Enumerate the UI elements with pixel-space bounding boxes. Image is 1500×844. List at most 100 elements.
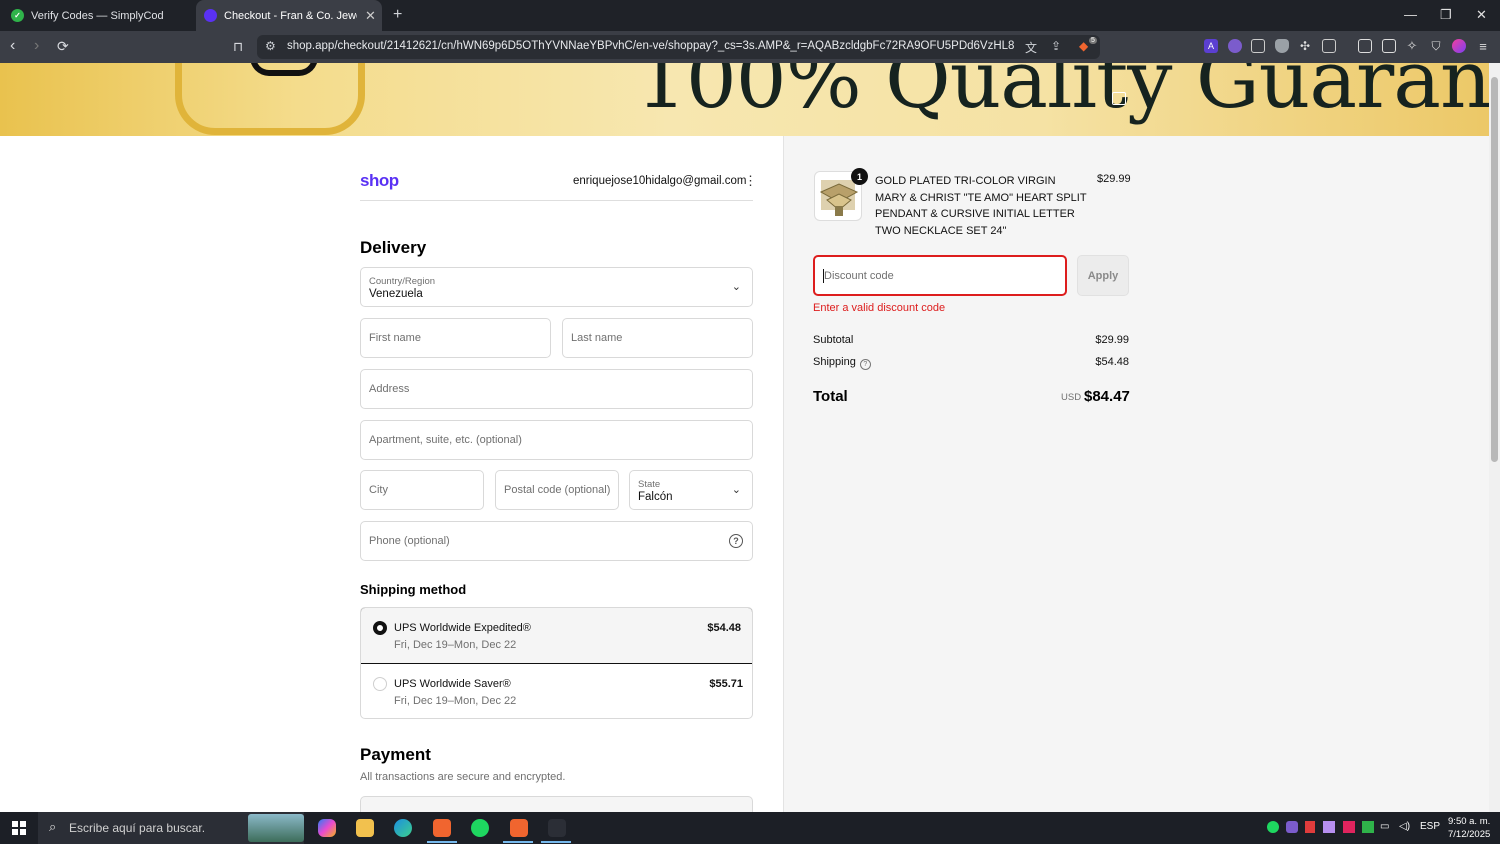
site-settings-icon[interactable]: ⚙ xyxy=(265,39,276,53)
share-icon[interactable]: ⇪ xyxy=(1051,39,1061,53)
radio-unselected[interactable] xyxy=(373,677,387,691)
spotify-icon[interactable] xyxy=(471,819,489,837)
tray-app3-icon[interactable] xyxy=(1362,821,1374,833)
file-explorer-icon[interactable] xyxy=(356,819,374,837)
tab-checkout[interactable]: Checkout - Fran & Co. Jewelry In ✕ xyxy=(196,0,382,31)
quantity-badge: 1 xyxy=(851,168,868,185)
tab-simplycodes[interactable]: ✓ Verify Codes — SimplyCodes xyxy=(0,0,196,31)
taskbar-search[interactable]: ⌕ Escribe aquí para buscar. xyxy=(38,812,304,844)
active-indicator xyxy=(503,841,533,843)
address-field[interactable]: Address xyxy=(360,369,753,409)
shipping-row: Shipping? $54.48 xyxy=(813,356,1129,370)
back-icon[interactable]: ‹ xyxy=(10,37,15,55)
extensions-puzzle-icon[interactable]: ✣ xyxy=(1298,39,1312,53)
leo-ai-icon[interactable]: ✧ xyxy=(1405,38,1419,53)
product-price: $29.99 xyxy=(1097,173,1131,185)
tray-app-icon[interactable] xyxy=(1286,821,1298,833)
chevron-down-icon: ⌄ xyxy=(731,484,741,496)
brave-shields-icon[interactable]: ◆ xyxy=(1079,39,1088,53)
discount-error-message: Enter a valid discount code xyxy=(813,302,946,314)
bookmark-icon[interactable]: ⊓ xyxy=(233,39,243,55)
app-icon[interactable] xyxy=(548,819,566,837)
edge-icon[interactable] xyxy=(394,819,412,837)
discount-code-input[interactable]: Discount code xyxy=(813,255,1067,296)
subtotal-row: Subtotal $29.99 xyxy=(813,334,1129,346)
page-scrollbar[interactable] xyxy=(1489,63,1500,812)
apply-button[interactable]: Apply xyxy=(1077,255,1129,296)
brave-icon[interactable] xyxy=(433,819,451,837)
country-select[interactable]: Country/Region Venezuela ⌄ xyxy=(360,267,753,307)
clock-time: 9:50 a. m. xyxy=(1448,816,1491,827)
tray-app2-icon[interactable] xyxy=(1343,821,1355,833)
shipping-option-expedited[interactable]: UPS Worldwide Expedited® Fri, Dec 19–Mon… xyxy=(361,608,752,664)
language-indicator[interactable]: ESP xyxy=(1420,821,1440,832)
city-field[interactable]: City xyxy=(360,470,484,510)
banner-headline: 100% Quality Guarantee xyxy=(636,63,1489,126)
shop-logo[interactable]: shop xyxy=(360,171,399,191)
state-value: Falcón xyxy=(638,491,673,503)
close-window-icon[interactable]: ✕ xyxy=(1476,7,1487,23)
phone-placeholder: Phone (optional) xyxy=(369,535,450,547)
total-currency: USD xyxy=(1061,392,1082,403)
wallet-icon[interactable] xyxy=(1382,39,1396,53)
tray-vpn-icon[interactable] xyxy=(1305,821,1315,833)
url-text[interactable]: shop.app/checkout/21412621/cn/hWN69p6D5O… xyxy=(287,40,1015,52)
new-tab-icon[interactable]: + xyxy=(393,6,402,24)
shop-favicon-icon xyxy=(204,9,217,22)
active-indicator xyxy=(541,841,571,843)
rewards-icon[interactable] xyxy=(1452,39,1466,53)
taskbar-search-placeholder: Escribe aquí para buscar. xyxy=(69,821,206,835)
apartment-field[interactable]: Apartment, suite, etc. (optional) xyxy=(360,420,753,460)
taskbar-clock[interactable]: 9:50 a. m. 7/12/2025 xyxy=(1448,815,1490,841)
city-placeholder: City xyxy=(369,484,388,496)
address-placeholder: Address xyxy=(369,383,410,395)
simplycodes-favicon-icon: ✓ xyxy=(11,9,24,22)
cart-bag-icon[interactable] xyxy=(1112,92,1126,105)
scrollbar-thumb[interactable] xyxy=(1491,77,1498,462)
shipping-option-saver[interactable]: UPS Worldwide Saver® Fri, Dec 19–Mon, De… xyxy=(361,664,752,718)
windows-taskbar: ⌕ Escribe aquí para buscar. ▭ ◁) ESP xyxy=(0,812,1500,844)
more-options-icon[interactable]: ⋮ xyxy=(744,173,757,189)
vpn-icon[interactable]: ⛉ xyxy=(1429,39,1443,53)
product-name: GOLD PLATED TRI-COLOR VIRGIN MARY & CHRI… xyxy=(875,175,1087,237)
extension-shield-icon[interactable] xyxy=(1275,39,1289,53)
brave-window-icon[interactable] xyxy=(510,819,528,837)
screenshot-icon[interactable] xyxy=(1322,39,1336,53)
phone-field[interactable]: Phone (optional) ? xyxy=(360,521,753,561)
payment-subtext: All transactions are secure and encrypte… xyxy=(360,771,566,783)
delivery-heading: Delivery xyxy=(360,238,427,257)
network-icon[interactable]: ▭ xyxy=(1380,821,1389,832)
reload-icon[interactable]: ⟳ xyxy=(57,38,69,55)
close-tab-icon[interactable]: ✕ xyxy=(365,8,376,24)
address-bar[interactable]: ⚙ shop.app/checkout/21412621/cn/hWN69p6D… xyxy=(257,35,1100,59)
forward-icon[interactable]: › xyxy=(34,37,39,55)
shipping-option-price: $54.48 xyxy=(707,622,741,634)
first-name-field[interactable]: First name xyxy=(360,318,551,358)
help-icon[interactable]: ? xyxy=(729,534,743,548)
copilot-icon[interactable] xyxy=(318,819,336,837)
tray-pen-icon[interactable] xyxy=(1323,821,1335,833)
tab-title: Verify Codes — SimplyCodes xyxy=(31,9,164,22)
menu-icon[interactable]: ≡ xyxy=(1476,39,1490,54)
shipping-label: Shipping xyxy=(813,356,856,368)
sidebar-icon[interactable] xyxy=(1358,39,1372,53)
restore-icon[interactable]: ❐ xyxy=(1440,7,1452,23)
translate-icon[interactable]: 文 xyxy=(1025,39,1037,56)
shipping-option-name: UPS Worldwide Saver® xyxy=(394,678,511,690)
radio-selected[interactable] xyxy=(373,621,387,635)
postal-code-field[interactable]: Postal code (optional) xyxy=(495,470,619,510)
windows-start-icon[interactable] xyxy=(12,821,26,835)
tray-spotify-icon[interactable] xyxy=(1267,821,1279,833)
extension-purple-icon[interactable] xyxy=(1228,39,1242,53)
volume-icon[interactable]: ◁) xyxy=(1399,821,1410,832)
extension-glasses-icon[interactable] xyxy=(1251,39,1265,53)
postal-code-placeholder: Postal code (optional) xyxy=(504,484,611,496)
minimize-icon[interactable]: — xyxy=(1404,7,1417,22)
last-name-field[interactable]: Last name xyxy=(562,318,753,358)
chevron-down-icon: ⌄ xyxy=(731,281,741,293)
search-icon: ⌕ xyxy=(49,819,57,834)
extension-a-icon[interactable]: A xyxy=(1204,39,1218,53)
state-select[interactable]: State Falcón ⌄ xyxy=(629,470,753,510)
shipping-option-name: UPS Worldwide Expedited® xyxy=(394,622,531,634)
shipping-info-icon[interactable]: ? xyxy=(859,359,871,370)
